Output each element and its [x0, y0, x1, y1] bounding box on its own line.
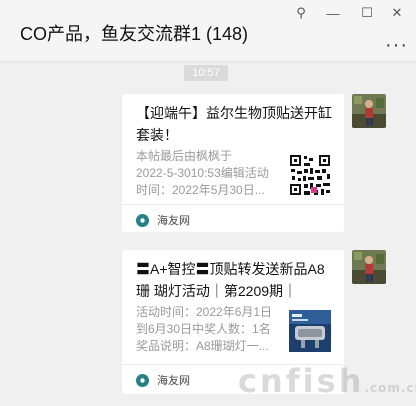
- chat-title: CO产品，鱼友交流群1 (148): [20, 24, 249, 44]
- maximize-icon[interactable]: ☐: [356, 4, 378, 22]
- source-name: 海友网: [157, 375, 190, 387]
- card-desc-line: 到6月30日中奖人数：1名: [136, 322, 271, 336]
- avatar[interactable]: [352, 94, 386, 128]
- chat-header: CO产品，鱼友交流群1 (148) ⚲ — ☐ ✕ ···: [0, 0, 416, 62]
- card-desc-line: 时间：2022年5月30日...: [136, 183, 265, 197]
- link-card[interactable]: 【迎端午】益尔生物顶贴送开缸套装！ 本帖最后由枫枫于 2022-5-3010:5…: [122, 94, 344, 232]
- source-logo-icon: [136, 213, 149, 227]
- more-options-icon[interactable]: ···: [385, 34, 408, 57]
- qr-code-icon: [289, 154, 331, 196]
- pin-icon[interactable]: ⚲: [290, 4, 312, 22]
- site-watermark: cnfish.com.cn: [238, 362, 416, 400]
- minimize-icon[interactable]: —: [322, 4, 344, 22]
- card-desc-line: 本帖最后由枫枫于: [136, 149, 233, 163]
- source-name: 海友网: [157, 215, 190, 227]
- card-source: 海友网: [136, 212, 190, 228]
- chat-area: 10:57 【迎端午】益尔生物顶贴送开缸套装！ 本帖最后由枫枫于 2022-5-…: [0, 62, 416, 406]
- message-timestamp: 10:57: [184, 65, 228, 81]
- watermark-suffix: .com.cn: [364, 381, 416, 395]
- card-title: 【迎端午】益尔生物顶贴送开缸套装！: [136, 105, 332, 143]
- source-logo-icon: [136, 373, 149, 387]
- card-source: 海友网: [136, 372, 190, 388]
- avatar[interactable]: [352, 250, 386, 284]
- watermark-main: cnfish: [238, 362, 365, 400]
- card-desc-line: 奖品说明：A8珊瑚灯一...: [136, 339, 269, 353]
- card-description: 活动时间：2022年6月1日 到6月30日中奖人数：1名 奖品说明：A8珊瑚灯一…: [136, 304, 276, 355]
- card-desc-line: 活动时间：2022年6月1日: [136, 305, 273, 319]
- card-desc-line: 2022-5-3010:53编辑活动: [136, 166, 269, 180]
- close-icon[interactable]: ✕: [386, 4, 408, 22]
- card-divider: [122, 204, 344, 205]
- coral-lamp-icon: [289, 310, 331, 352]
- card-title: 〓A+智控〓顶贴转发送新品A8珊 瑚灯活动｜第2209期｜: [136, 261, 325, 299]
- card-description: 本帖最后由枫枫于 2022-5-3010:53编辑活动 时间：2022年5月30…: [136, 148, 276, 199]
